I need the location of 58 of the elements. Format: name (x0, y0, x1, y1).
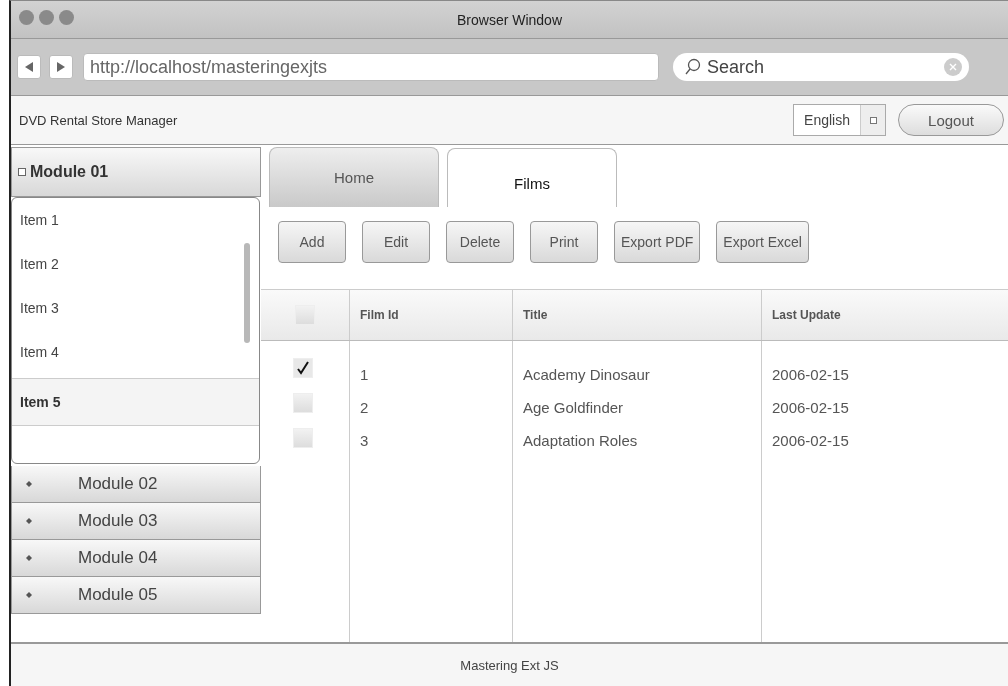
column-header[interactable]: Last Update (772, 308, 841, 322)
bullet-icon (26, 592, 32, 598)
table-cell: Adaptation Roles (523, 431, 638, 451)
window-control-icon[interactable] (59, 10, 74, 25)
list-item[interactable]: Item 5 (12, 378, 259, 426)
checkbox[interactable] (293, 358, 313, 378)
checkbox[interactable] (295, 305, 315, 325)
forward-button[interactable] (49, 55, 73, 79)
bullet-icon (26, 481, 32, 487)
checkbox[interactable] (293, 428, 313, 448)
clear-icon[interactable] (943, 57, 963, 77)
module-header[interactable]: Module 01 (11, 147, 261, 197)
toolbar-button[interactable]: Add (278, 221, 346, 263)
list-item[interactable]: Item 3 (12, 286, 247, 330)
footer-text: Mastering Ext JS (460, 657, 559, 673)
table-cell: Academy Dinosaur (523, 365, 650, 385)
square-icon (18, 168, 26, 176)
search-icon (685, 58, 701, 76)
scrollbar[interactable] (244, 243, 250, 343)
bullet-icon (26, 555, 32, 561)
address-field[interactable]: http://localhost/masteringexjts (83, 53, 659, 81)
forward-icon (56, 62, 66, 72)
column-header[interactable]: Film Id (360, 308, 399, 322)
toolbar-button[interactable]: Export Excel (716, 221, 809, 263)
tab[interactable]: Films (447, 148, 617, 207)
window-control-icon[interactable] (19, 10, 34, 25)
list-item[interactable]: Item 4 (12, 330, 247, 374)
back-icon (24, 62, 34, 72)
column-header[interactable]: Title (523, 308, 548, 322)
table-cell: 2 (360, 398, 369, 418)
toolbar-button[interactable]: Delete (446, 221, 514, 263)
table-cell: 2006-02-15 (772, 398, 849, 418)
module-header[interactable]: Module 05 (11, 577, 261, 614)
toolbar-button[interactable]: Edit (362, 221, 430, 263)
search-field[interactable]: Search (673, 53, 969, 81)
module-header[interactable]: Module 03 (11, 503, 261, 540)
table-cell: 2006-02-15 (772, 365, 849, 385)
bullet-icon (26, 518, 32, 524)
logout-button[interactable]: Logout (898, 104, 1004, 136)
table-cell: 2006-02-15 (772, 431, 849, 451)
app-title: DVD Rental Store Manager (19, 112, 179, 128)
module-header[interactable]: Module 04 (11, 540, 261, 577)
checkbox[interactable] (293, 393, 313, 413)
search-input[interactable]: Search (705, 55, 939, 79)
tab[interactable]: Home (269, 147, 439, 207)
module-header[interactable]: Module 02 (11, 466, 261, 503)
toolbar-button[interactable]: Export PDF (614, 221, 701, 263)
dropdown-icon (869, 116, 877, 124)
window-title: Browser Window (457, 11, 562, 28)
table-cell: 3 (360, 431, 369, 451)
list-item[interactable]: Item 2 (12, 242, 247, 286)
table-cell: 1 (360, 365, 369, 385)
language-select[interactable]: English (793, 104, 886, 136)
list-item[interactable]: Item 1 (12, 198, 247, 242)
table-cell: Age Goldfinder (523, 398, 624, 418)
back-button[interactable] (17, 55, 41, 79)
window-control-icon[interactable] (39, 10, 54, 25)
toolbar-button[interactable]: Print (530, 221, 598, 263)
